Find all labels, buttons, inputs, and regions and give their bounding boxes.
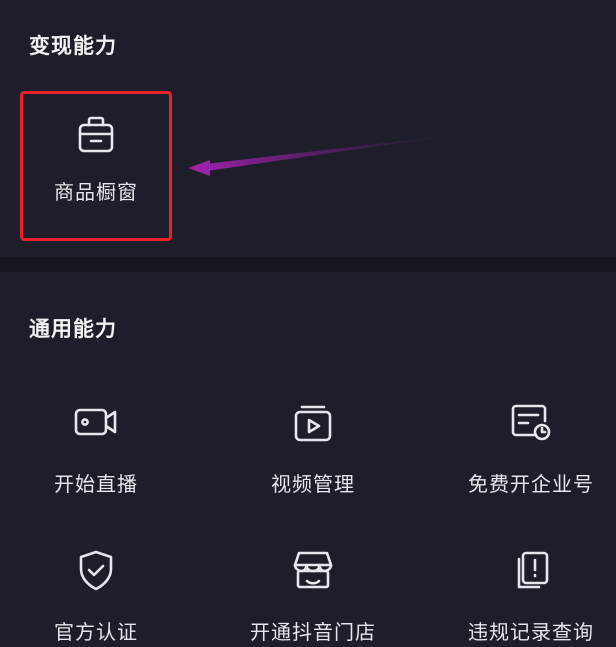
tool-start-live[interactable]: 开始直播 [21, 397, 171, 497]
tool-official-certification[interactable]: 官方认证 [21, 545, 171, 645]
video-folder-icon [288, 397, 338, 447]
tool-video-manage[interactable]: 视频管理 [238, 397, 388, 497]
tool-label: 违规记录查询 [468, 620, 594, 644]
shield-check-icon [71, 545, 121, 595]
general-section: 通用能力 开始直播 视频管理 免费开企业号 官方认证 开通抖音门店 违规记录查询 [0, 272, 616, 647]
shopping-bag-icon [71, 110, 121, 160]
tool-label: 商品橱窗 [54, 180, 138, 204]
tool-free-business-account[interactable]: 免费开企业号 [456, 397, 606, 497]
storefront-icon [288, 545, 338, 595]
document-clock-icon [506, 397, 556, 447]
tool-violation-records[interactable]: 违规记录查询 [456, 545, 606, 645]
tool-label: 开通抖音门店 [250, 620, 376, 644]
tool-open-douyin-store[interactable]: 开通抖音门店 [238, 545, 388, 645]
tool-label: 免费开企业号 [468, 472, 594, 496]
tool-product-window[interactable]: 商品橱窗 [21, 110, 171, 205]
record-alert-icon [506, 545, 556, 595]
tool-label: 官方认证 [54, 620, 138, 644]
monetize-section-title: 变现能力 [29, 34, 117, 58]
monetize-section: 变现能力 商品橱窗 [0, 0, 616, 257]
camera-icon [71, 397, 121, 447]
tool-label: 视频管理 [271, 472, 355, 496]
tool-label: 开始直播 [54, 472, 138, 496]
general-section-title: 通用能力 [29, 317, 117, 341]
